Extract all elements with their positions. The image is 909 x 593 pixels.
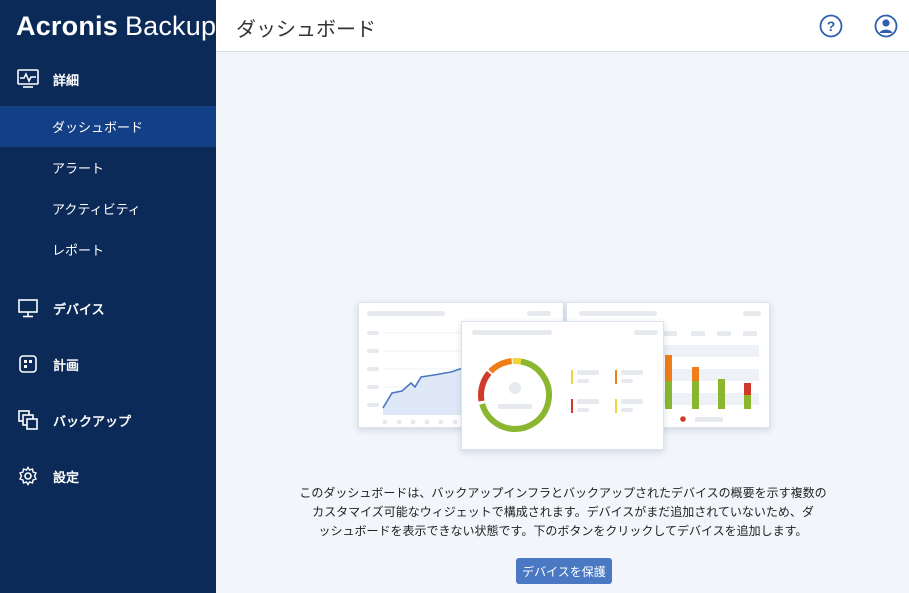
sidebar-item-dashboard[interactable]: ダッシュボード: [0, 106, 216, 147]
svg-text:?: ?: [827, 18, 836, 34]
illustration-card-donut: [461, 321, 664, 450]
empty-state-description: このダッシュボードは、バックアップインフラとバックアップされたデバイスの概要を示…: [299, 486, 827, 538]
help-icon[interactable]: ?: [819, 14, 843, 38]
sidebar-item-activities[interactable]: アクティビティ: [0, 188, 216, 229]
sidebar-item-label: 計画: [53, 358, 80, 374]
sidebar-item-label: 設定: [53, 470, 80, 486]
plan-icon: [17, 353, 39, 375]
donut-chart-graphic: [478, 358, 643, 432]
page-title: ダッシュボード: [236, 17, 376, 41]
sidebar: Acronis Backup 詳細 ダッシュボード アラート アクティビティ レポ…: [0, 0, 216, 593]
backup-copies-icon: [17, 409, 39, 431]
brand-logo: Acronis Backup: [16, 10, 217, 41]
dashboard-preview-illustration: [358, 302, 770, 452]
sidebar-item-reports[interactable]: レポート: [0, 229, 216, 270]
sidebar-item-label: バックアップ: [53, 414, 132, 430]
sidebar-item-settings[interactable]: 設定: [0, 448, 216, 504]
monitor-pulse-icon: [17, 68, 39, 90]
protect-devices-button[interactable]: デバイスを保護: [516, 558, 612, 584]
gear-icon: [17, 465, 39, 487]
sidebar-item-backups[interactable]: バックアップ: [0, 392, 216, 448]
sidebar-item-plans[interactable]: 計画: [0, 336, 216, 392]
sidebar-item-overview[interactable]: 詳細: [0, 52, 216, 106]
sidebar-item-devices[interactable]: デバイス: [0, 280, 216, 336]
header: ダッシュボード ?: [216, 0, 909, 52]
sidebar-item-alerts[interactable]: アラート: [0, 147, 216, 188]
sidebar-item-label: 詳細: [53, 73, 80, 89]
sidebar-item-label: デバイス: [53, 302, 105, 318]
user-account-icon[interactable]: [874, 14, 898, 38]
desktop-icon: [17, 297, 39, 319]
